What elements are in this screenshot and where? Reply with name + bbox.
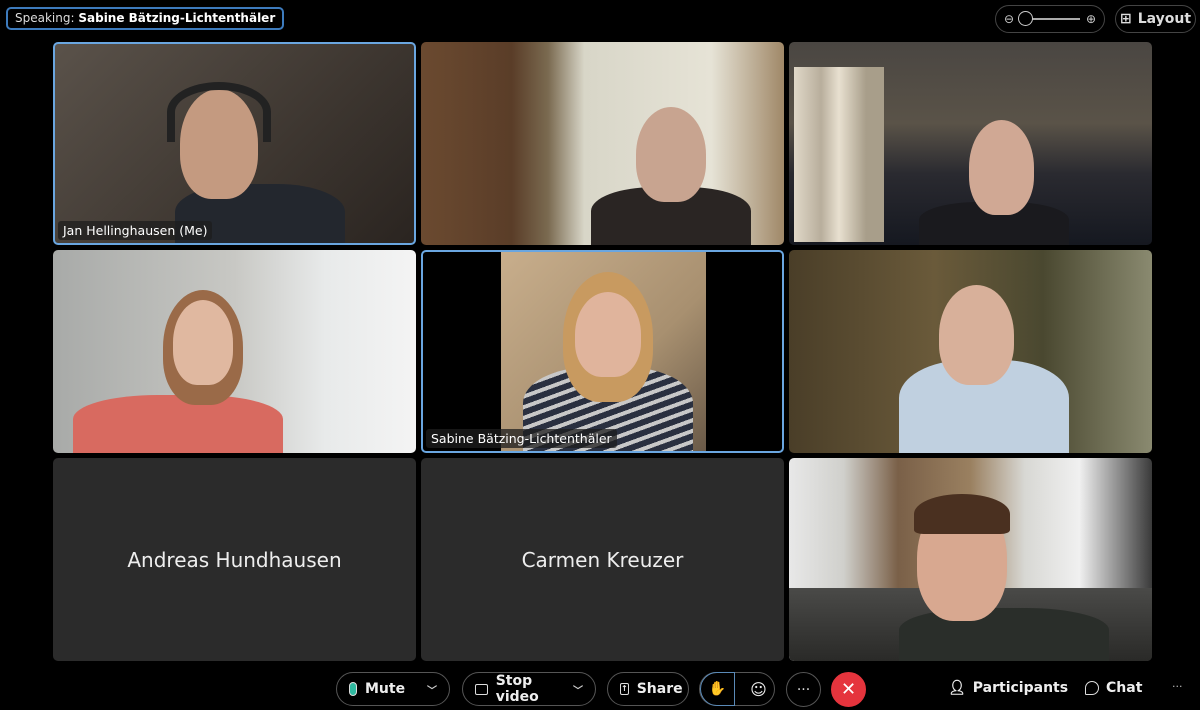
participant-name: Jan Hellinghausen (Me) (58, 221, 213, 240)
chat-label: Chat (1106, 680, 1143, 696)
reactions-button[interactable]: ☺ (743, 680, 774, 699)
overflow-icon: ··· (1172, 680, 1183, 693)
raise-hand-button[interactable]: ✋ (700, 672, 735, 706)
chat-bubble-icon (1085, 681, 1099, 695)
chevron-down-icon[interactable]: ﹀ (427, 682, 437, 697)
participant-name: Andreas Hundhausen (127, 547, 342, 572)
participants-button[interactable]: 👤︎ Participants (948, 680, 1068, 696)
layout-grid-icon: ⊞ (1119, 11, 1132, 27)
stop-video-label: Stop video (495, 673, 539, 705)
more-icon: ··· (796, 681, 811, 698)
video-tile-carmen[interactable]: Carmen Kreuzer (421, 458, 784, 661)
overflow-menu-button[interactable]: ··· (1172, 680, 1183, 693)
chevron-down-icon[interactable]: ﹀ (573, 682, 583, 697)
share-button[interactable]: ↑ Share (607, 672, 689, 706)
mute-label: Mute (365, 681, 406, 697)
video-tile-participant-4[interactable] (53, 250, 416, 453)
end-call-button[interactable]: ✕ (831, 672, 866, 707)
participants-label: Participants (972, 680, 1069, 696)
share-label: Share (636, 681, 683, 697)
zoom-slider-handle[interactable] (1018, 11, 1034, 26)
layout-label: Layout (1137, 11, 1192, 27)
participants-icon: 👤︎ (948, 680, 966, 696)
zoom-out-icon[interactable]: ⊖ (1004, 12, 1014, 26)
share-screen-icon: ↑ (620, 683, 629, 695)
participant-name: Carmen Kreuzer (521, 547, 684, 572)
zoom-control[interactable]: ⊖ ⊕ (995, 5, 1105, 33)
mute-button[interactable]: Mute ﹀ (336, 672, 450, 706)
stop-video-button[interactable]: Stop video ﹀ (462, 672, 596, 706)
microphone-icon (349, 682, 357, 696)
video-tile-sabine[interactable]: Sabine Bätzing-Lichtenthäler (421, 250, 784, 453)
video-tile-participant-2[interactable] (421, 42, 784, 245)
video-tile-jan[interactable]: Jan Hellinghausen (Me) (53, 42, 416, 245)
close-icon: ✕ (840, 679, 857, 700)
speaking-indicator: Speaking: Sabine Bätzing-Lichtenthäler (6, 7, 285, 30)
chat-button[interactable]: Chat (1085, 680, 1142, 696)
video-tile-participant-3[interactable] (789, 42, 1152, 245)
more-options-button[interactable]: ··· (786, 672, 821, 707)
zoom-in-icon[interactable]: ⊕ (1086, 12, 1096, 26)
video-tile-andreas[interactable]: Andreas Hundhausen (53, 458, 416, 661)
zoom-slider[interactable] (1018, 11, 1080, 26)
participant-name: Sabine Bätzing-Lichtenthäler (426, 429, 617, 448)
camera-icon (475, 683, 488, 695)
speaking-name: Sabine Bätzing-Lichtenthäler (78, 11, 276, 25)
reactions-group: ✋ ☺ (699, 672, 775, 706)
speaking-label: Speaking: (15, 11, 75, 25)
video-tile-participant-6[interactable] (789, 250, 1152, 453)
layout-button[interactable]: ⊞ Layout (1115, 5, 1196, 33)
video-tile-participant-9[interactable] (789, 458, 1152, 661)
